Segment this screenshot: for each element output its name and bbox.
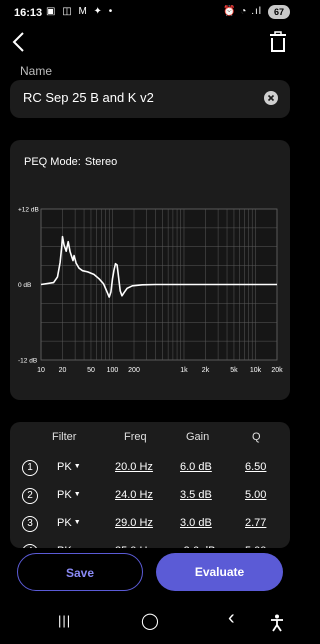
y-tick-label: 0 dB [18,282,31,289]
recents-button[interactable]: ||| [58,613,71,628]
filter-type-dropdown[interactable]: PK▼ [57,517,81,529]
x-tick-label: 1k [180,367,188,374]
filter-table: Filter Freq Gain Q 1 PK ▼ 20.0 Hz 6.0 dB 6.50… [10,422,290,548]
filter-type-value: PK [57,545,72,548]
name-label: Name [20,64,53,78]
filter-number-badge: 1 [22,460,38,476]
save-button[interactable]: Save [17,553,143,591]
filter-q-value[interactable]: 5.00 [245,545,266,548]
filter-row: 1 PK ▼ 20.0 Hz 6.0 dB 6.50 [10,456,290,484]
x-tick-label: 2k [202,367,210,374]
evaluate-button[interactable]: Evaluate [156,553,283,591]
back-button[interactable]: ‹ [228,607,235,630]
top-bar [0,28,300,58]
x-tick-label: 50 [87,367,95,374]
system-nav-bar: ||| ◯ ‹ [0,605,300,644]
x-tick-label: 10 [37,367,45,374]
y-tick-label: -12 dB [18,358,37,365]
system-status-icons: ⏰ ◔ .ıl [223,6,262,17]
header-gain: Gain [186,431,210,443]
notification-icons: ▣ ◫ M ✦ • [46,6,115,17]
peq-graph-card: PEQ Mode: Stereo +12 dB 0 dB -12 dB 10 20 50 10… [10,140,290,400]
x-tick-label: 100 [107,367,119,374]
filter-type-dropdown[interactable]: PK▼ [57,489,81,501]
x-tick-label: 200 [128,367,140,374]
clear-icon[interactable] [264,91,278,105]
status-time: 16:13 [14,7,43,19]
filter-type-value: PK [57,517,72,529]
arrow-back-icon[interactable] [8,28,32,56]
caret-down-icon: ▼ [73,491,81,498]
filter-row: 4 PK▼ 85.0 Hz -3.6 dB 5.00 [10,540,290,548]
filter-freq-value[interactable]: 29.0 Hz [115,517,153,529]
filter-type-dropdown[interactable]: PK▼ [57,461,81,473]
name-field-card: RC Sep 25 B and K v2 [10,80,290,118]
filter-row: 2 PK ▼ 24.0 Hz 3.5 dB 5.00 [10,484,290,512]
trash-icon[interactable] [266,30,290,54]
filter-number-badge: 4 [22,544,38,548]
accessibility-icon[interactable] [270,614,284,632]
x-tick-label: 5k [230,367,238,374]
caret-down-icon: ▼ [74,547,81,548]
filter-type-value: PK [57,489,72,501]
filter-q-value[interactable]: 2.77 [245,517,266,529]
filter-type-value: PK [57,461,72,473]
x-tick-label: 20 [59,367,67,374]
filter-gain-value[interactable]: -3.6 dB [180,545,215,548]
filter-gain-value[interactable]: 3.5 dB [180,489,212,501]
filter-q-value[interactable]: 5.00 [245,489,266,501]
y-tick-label: +12 dB [18,207,39,214]
filter-gain-value[interactable]: 3.0 dB [180,517,212,529]
filter-type-dropdown[interactable]: PK▼ [57,545,81,548]
home-button[interactable]: ◯ [141,611,159,631]
battery-icon: 67 [268,5,290,19]
filter-row: 3 PK ▼ 29.0 Hz 3.0 dB 2.77 [10,512,290,540]
header-freq: Freq [124,431,147,443]
caret-down-icon: ▼ [73,463,81,470]
filter-q-value[interactable]: 6.50 [245,461,266,473]
filter-gain-value[interactable]: 6.0 dB [180,461,212,473]
caret-down-icon: ▼ [73,519,81,526]
filter-number-badge: 2 [22,488,38,504]
filter-freq-value[interactable]: 85.0 Hz [115,545,153,548]
name-input[interactable]: RC Sep 25 B and K v2 [23,90,154,105]
filter-freq-value[interactable]: 24.0 Hz [115,489,153,501]
filter-number-badge: 3 [22,516,38,532]
frequency-response-chart: +12 dB 0 dB -12 dB10 20 50 100 200 1k 2k 5k 10k 20k [18,207,283,375]
header-q: Q [252,431,261,443]
filter-freq-value[interactable]: 20.0 Hz [115,461,153,473]
status-bar: 16:13 ▣ ◫ M ✦ • ⏰ ◔ .ıl 67 [0,0,300,28]
x-tick-label: 10k [250,367,262,374]
header-filter: Filter [52,431,77,443]
x-tick-label: 20k [271,367,283,374]
